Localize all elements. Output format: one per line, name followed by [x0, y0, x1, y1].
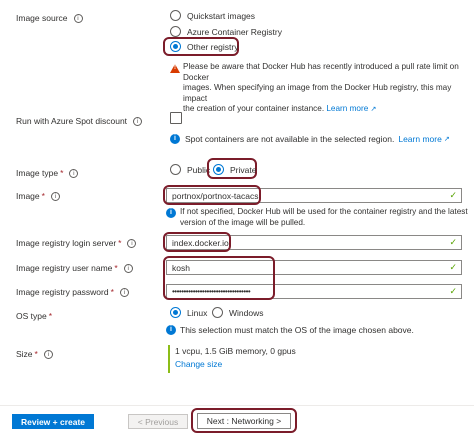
change-size-link[interactable]: Change size — [175, 358, 296, 371]
radio-windows[interactable]: Windows — [212, 307, 263, 318]
radio-quickstart-images[interactable]: Quickstart images — [170, 10, 255, 21]
spot-discount-label: Run with Azure Spot discount i — [16, 116, 143, 126]
image-type-label: Image type * i — [16, 168, 79, 178]
highlight-login-server — [163, 232, 231, 252]
info-icon[interactable]: i — [119, 287, 129, 297]
radio-button-checked-icon[interactable] — [170, 307, 181, 318]
user-name-label: Image registry user name * i — [16, 263, 133, 273]
valid-check-icon: ✓ — [449, 286, 457, 296]
valid-check-icon: ✓ — [449, 190, 457, 200]
info-icon[interactable]: i — [73, 13, 83, 23]
size-summary: 1 vcpu, 1.5 GiB memory, 0 gpus Change si… — [168, 345, 296, 373]
info-icon[interactable]: i — [133, 116, 143, 126]
warning-icon — [170, 64, 180, 73]
valid-check-icon: ✓ — [449, 237, 457, 247]
info-filled-icon: i — [166, 208, 176, 218]
spot-info-message: i Spot containers are not available in t… — [170, 134, 450, 144]
radio-button-icon[interactable] — [170, 10, 181, 21]
spot-learn-more-link[interactable]: Learn more — [398, 134, 441, 144]
radio-azure-container-registry[interactable]: Azure Container Registry — [170, 26, 282, 37]
info-filled-icon: i — [170, 134, 180, 144]
docker-hub-warning: Please be aware that Docker Hub has rece… — [183, 62, 459, 113]
highlight-next-button — [191, 408, 297, 433]
previous-button[interactable]: < Previous — [128, 414, 188, 429]
review-create-button[interactable]: Review + create — [12, 414, 94, 429]
info-icon[interactable]: i — [50, 191, 60, 201]
info-icon[interactable]: i — [127, 238, 137, 248]
external-link-icon: ↗ — [370, 106, 377, 113]
image-label: Image * i — [16, 191, 60, 201]
info-icon[interactable]: i — [69, 168, 79, 178]
valid-check-icon: ✓ — [449, 262, 457, 272]
info-filled-icon: i — [166, 325, 176, 335]
spot-discount-checkbox[interactable] — [170, 112, 182, 124]
size-label: Size * i — [16, 349, 53, 359]
image-hint: i If not specified, Docker Hub will be u… — [166, 207, 470, 228]
radio-button-checked-icon[interactable] — [213, 164, 224, 175]
radio-button-icon[interactable] — [212, 307, 223, 318]
radio-button-icon[interactable] — [170, 164, 181, 175]
os-type-label: OS type * — [16, 311, 53, 321]
info-icon[interactable]: i — [43, 349, 53, 359]
radio-public[interactable]: Public — [170, 164, 210, 175]
highlight-image-input — [163, 185, 261, 205]
footer-divider — [0, 405, 474, 406]
info-icon[interactable]: i — [123, 263, 133, 273]
password-label: Image registry password * i — [16, 287, 129, 297]
highlight-credentials — [163, 256, 275, 300]
radio-linux[interactable]: Linux — [170, 307, 207, 318]
radio-private[interactable]: Private — [213, 164, 256, 175]
radio-other-registry[interactable]: Other registry — [170, 41, 239, 52]
image-source-label: Image source i — [16, 13, 83, 23]
external-link-icon: ↗ — [443, 136, 450, 143]
os-type-info-message: i This selection must match the OS of th… — [166, 325, 414, 335]
radio-button-icon[interactable] — [170, 26, 181, 37]
login-server-label: Image registry login server * i — [16, 238, 137, 248]
learn-more-link[interactable]: Learn more — [326, 104, 368, 113]
radio-button-checked-icon[interactable] — [170, 41, 181, 52]
